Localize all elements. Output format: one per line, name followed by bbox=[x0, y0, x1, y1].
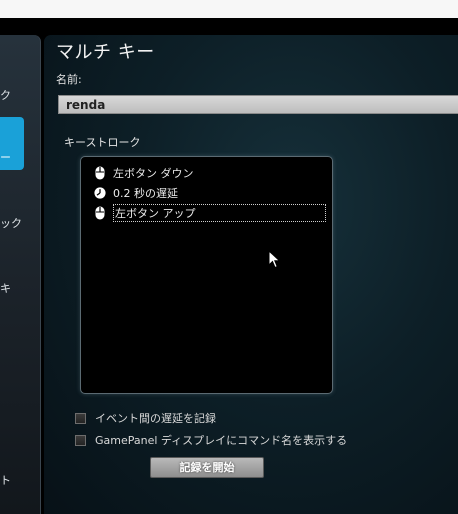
keystroke-label: キーストローク bbox=[64, 136, 141, 149]
sidebar-item-label: ー bbox=[0, 151, 11, 164]
sidebar-item-label[interactable]: ク bbox=[0, 87, 11, 103]
sidebar-item-label[interactable]: ック bbox=[0, 215, 22, 231]
page-title: マルチ キー bbox=[56, 42, 155, 63]
sidebar-item-label[interactable]: キ bbox=[0, 280, 11, 296]
list-item[interactable]: 左ボタン ダウン bbox=[94, 165, 194, 181]
sidebar-item-active[interactable]: ー bbox=[0, 117, 24, 170]
start-recording-button[interactable]: 記録を開始 bbox=[150, 457, 264, 478]
sidebar-item-label[interactable]: ト bbox=[0, 472, 11, 488]
keystroke-label: 0.2 秒の遅延 bbox=[113, 187, 178, 200]
mouse-pointer-icon bbox=[268, 249, 282, 274]
name-label: 名前: bbox=[56, 73, 82, 86]
clock-icon bbox=[94, 186, 106, 200]
mouse-icon bbox=[94, 166, 106, 180]
gamepanel-checkbox[interactable] bbox=[75, 434, 86, 446]
keystroke-label: 左ボタン アップ bbox=[112, 204, 326, 222]
mouse-icon bbox=[94, 206, 106, 220]
list-item-selected[interactable]: 左ボタン アップ bbox=[94, 204, 326, 222]
window-top-strip bbox=[0, 0, 458, 18]
gamepanel-option[interactable]: GamePanel ディスプレイにコマンド名を表示する bbox=[75, 432, 347, 448]
record-delay-option[interactable]: イベント間の遅延を記録 bbox=[75, 410, 216, 426]
keystroke-list[interactable]: 左ボタン ダウン 0.2 秒の遅延 左ボタン アップ bbox=[80, 156, 333, 394]
name-input[interactable]: renda bbox=[58, 95, 458, 114]
list-item[interactable]: 0.2 秒の遅延 bbox=[94, 185, 178, 201]
sidebar: ク ック キ ト bbox=[0, 35, 41, 514]
gamepanel-label: GamePanel ディスプレイにコマンド名を表示する bbox=[95, 434, 348, 447]
keystroke-label: 左ボタン ダウン bbox=[113, 167, 194, 180]
record-delay-checkbox[interactable] bbox=[75, 412, 86, 424]
record-delay-label: イベント間の遅延を記録 bbox=[95, 412, 216, 425]
